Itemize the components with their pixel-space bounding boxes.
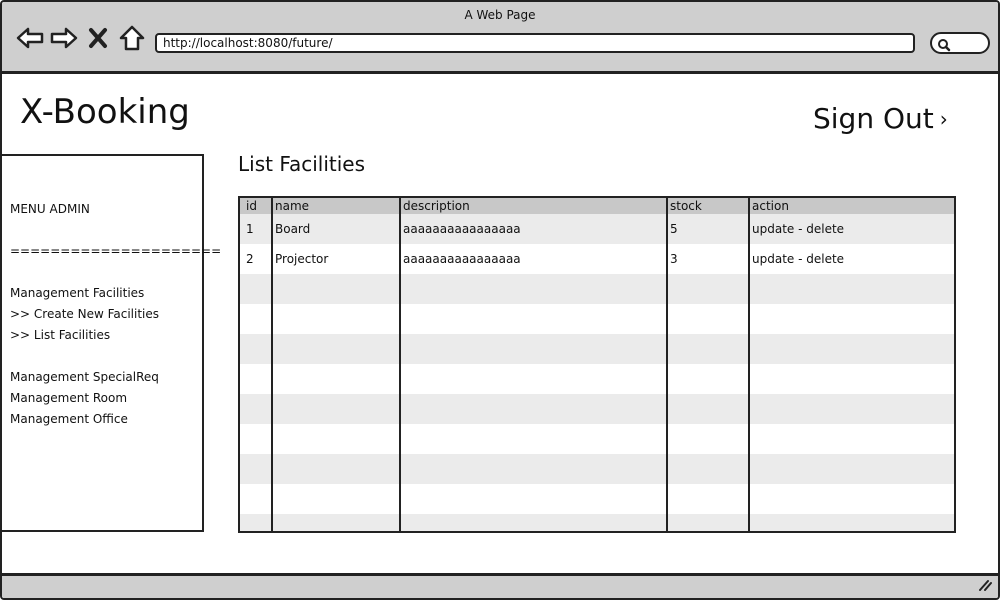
- chevron-right-icon: ›: [939, 106, 948, 131]
- cell-stock: 3: [670, 252, 678, 266]
- address-bar[interactable]: http://localhost:8080/future/: [155, 33, 915, 53]
- sidebar: MENU ADMIN ===================== Managem…: [2, 154, 221, 532]
- empty-table-row: [240, 334, 954, 364]
- update-link[interactable]: update: [752, 252, 794, 266]
- cell-description: aaaaaaaaaaaaaaaa: [403, 252, 521, 266]
- delete-link[interactable]: delete: [806, 252, 844, 266]
- cell-name: Projector: [275, 252, 329, 266]
- column-divider: [399, 198, 401, 531]
- update-link[interactable]: update: [752, 222, 794, 236]
- sign-out-link[interactable]: Sign Out ›: [813, 102, 948, 135]
- sidebar-item-management-facilities[interactable]: Management Facilities: [10, 286, 144, 300]
- cell-stock: 5: [670, 222, 678, 236]
- column-header-action: action: [752, 199, 789, 213]
- window-title: A Web Page: [464, 8, 536, 22]
- cell-name: Board: [275, 222, 311, 236]
- action-separator: -: [794, 222, 807, 236]
- sidebar-item-create-new-facilities[interactable]: >> Create New Facilities: [10, 307, 159, 321]
- sidebar-item-management-room[interactable]: Management Room: [10, 391, 127, 405]
- page-title: List Facilities: [238, 152, 366, 176]
- cell-id: 2: [246, 252, 254, 266]
- table-row: 2 Projector aaaaaaaaaaaaaaaa 3 update - …: [240, 244, 954, 274]
- facilities-table: id name description stock action 1 Board…: [238, 196, 956, 533]
- brand-logo: X-Booking: [20, 92, 190, 132]
- column-header-name: name: [275, 199, 310, 213]
- cell-id: 1: [246, 222, 254, 236]
- search-icon: [937, 37, 951, 56]
- table-header-row: id name description stock action: [240, 198, 954, 214]
- browser-window: A Web Page http://localhost:8080/future/…: [0, 0, 1000, 600]
- nav-buttons: [16, 24, 146, 52]
- table-row: 1 Board aaaaaaaaaaaaaaaa 5 update - dele…: [240, 214, 954, 244]
- cell-description: aaaaaaaaaaaaaaaa: [403, 222, 521, 236]
- back-arrow-icon[interactable]: [16, 24, 44, 52]
- sidebar-item-list-facilities[interactable]: >> List Facilities: [10, 328, 110, 342]
- column-header-description: description: [403, 199, 470, 213]
- empty-table-row: [240, 364, 954, 394]
- empty-table-row: [240, 274, 954, 304]
- close-x-icon[interactable]: [84, 24, 112, 52]
- empty-table-row: [240, 304, 954, 334]
- cell-action: update - delete: [752, 252, 844, 266]
- sidebar-item-management-office[interactable]: Management Office: [10, 412, 128, 426]
- sidebar-divider: =====================: [10, 244, 222, 258]
- status-bar: [2, 573, 998, 598]
- forward-arrow-icon[interactable]: [50, 24, 78, 52]
- empty-table-row: [240, 514, 954, 531]
- cell-action: update - delete: [752, 222, 844, 236]
- column-divider: [748, 198, 750, 531]
- sign-out-label: Sign Out: [813, 102, 934, 135]
- resize-grip-icon[interactable]: [978, 576, 992, 595]
- action-separator: -: [794, 252, 807, 266]
- column-divider: [271, 198, 273, 531]
- column-header-stock: stock: [670, 199, 702, 213]
- sidebar-item-management-specialreq[interactable]: Management SpecialReq: [10, 370, 159, 384]
- browser-toolbar: A Web Page http://localhost:8080/future/: [2, 2, 998, 74]
- delete-link[interactable]: delete: [806, 222, 844, 236]
- column-header-id: id: [246, 199, 257, 213]
- empty-table-row: [240, 454, 954, 484]
- home-icon[interactable]: [118, 24, 146, 52]
- column-divider: [666, 198, 668, 531]
- sidebar-title: MENU ADMIN: [10, 202, 90, 216]
- empty-table-row: [240, 394, 954, 424]
- empty-table-row: [240, 424, 954, 454]
- browser-search-field[interactable]: [930, 32, 990, 54]
- empty-table-row: [240, 484, 954, 514]
